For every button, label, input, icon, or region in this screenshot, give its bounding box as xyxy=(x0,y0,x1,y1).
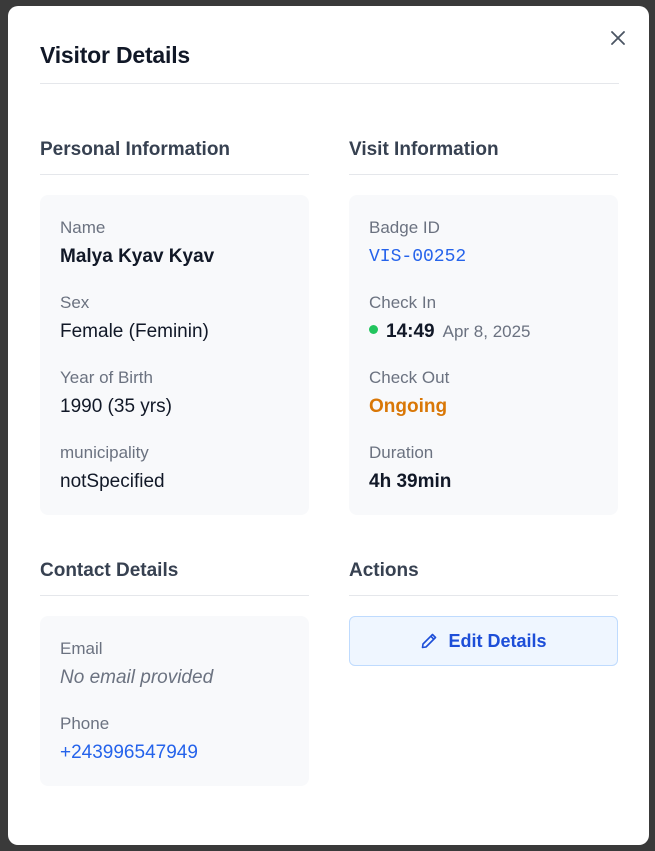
municipality-field: municipality notSpecified xyxy=(60,442,289,517)
edit-details-label: Edit Details xyxy=(448,630,547,651)
visitor-details-modal: Visitor Details Personal Information Nam… xyxy=(8,6,649,845)
year-of-birth-label: Year of Birth xyxy=(60,368,153,387)
badge-id-field: Badge ID VIS-00252 xyxy=(369,217,598,292)
check-out-label: Check Out xyxy=(369,368,450,387)
name-field: Name Malya Kyav Kyav xyxy=(60,217,289,292)
email-label: Email xyxy=(60,639,103,658)
check-in-date: Apr 8, 2025 xyxy=(442,322,531,341)
duration-label: Duration xyxy=(369,443,434,462)
close-icon xyxy=(611,31,625,45)
title-divider xyxy=(40,83,619,84)
section-title-visit: Visit Information xyxy=(349,139,499,160)
phone-link[interactable]: +243996547949 xyxy=(60,740,289,766)
section-divider xyxy=(349,595,618,596)
check-in-time: 14:49 xyxy=(386,321,435,342)
personal-information-card: Name Malya Kyav Kyav Sex Female (Feminin… xyxy=(40,195,309,515)
check-in-label: Check In xyxy=(369,293,437,312)
visit-information-card: Badge ID VIS-00252 Check In 14:49 Apr 8, … xyxy=(349,195,618,515)
pencil-icon xyxy=(420,632,438,650)
check-in-value: 14:49 Apr 8, 2025 xyxy=(369,319,598,345)
year-of-birth-field: Year of Birth 1990 (35 yrs) xyxy=(60,367,289,442)
personal-information-section: Personal Information Name Malya Kyav Kya… xyxy=(40,135,309,515)
badge-id-label: Badge ID xyxy=(369,218,440,237)
municipality-label: municipality xyxy=(60,443,149,462)
phone-field: Phone +243996547949 xyxy=(60,713,289,788)
close-button[interactable] xyxy=(608,28,628,48)
name-label: Name xyxy=(60,218,106,237)
sex-field: Sex Female (Feminin) xyxy=(60,292,289,367)
page-title: Visitor Details xyxy=(40,42,190,68)
email-field: Email No email provided xyxy=(60,638,289,713)
contact-details-section: Contact Details Email No email provided … xyxy=(40,556,309,786)
check-in-field: Check In 14:49 Apr 8, 2025 xyxy=(369,292,598,367)
phone-label: Phone xyxy=(60,714,110,733)
section-title-actions: Actions xyxy=(349,560,419,581)
check-out-value: Ongoing xyxy=(369,396,448,417)
sex-value: Female (Feminin) xyxy=(60,321,209,342)
actions-section: Actions Edit Details xyxy=(349,556,618,666)
visit-information-section: Visit Information Badge ID VIS-00252 Che… xyxy=(349,135,618,515)
section-divider xyxy=(349,174,618,175)
status-dot-icon xyxy=(369,325,378,335)
badge-id-value: VIS-00252 xyxy=(369,247,467,267)
section-divider xyxy=(40,595,309,596)
check-out-field: Check Out Ongoing xyxy=(369,367,598,442)
year-of-birth-value: 1990 (35 yrs) xyxy=(60,396,172,417)
section-divider xyxy=(40,174,309,175)
municipality-value: notSpecified xyxy=(60,471,165,492)
name-value: Malya Kyav Kyav xyxy=(60,246,215,267)
duration-value: 4h 39min xyxy=(369,471,452,492)
sex-label: Sex xyxy=(60,293,90,312)
section-title-contact: Contact Details xyxy=(40,560,179,581)
contact-details-card: Email No email provided Phone +243996547… xyxy=(40,616,309,786)
email-value: No email provided xyxy=(60,667,214,688)
duration-field: Duration 4h 39min xyxy=(369,442,598,517)
edit-details-button[interactable]: Edit Details xyxy=(349,616,618,666)
section-title-personal: Personal Information xyxy=(40,139,231,160)
